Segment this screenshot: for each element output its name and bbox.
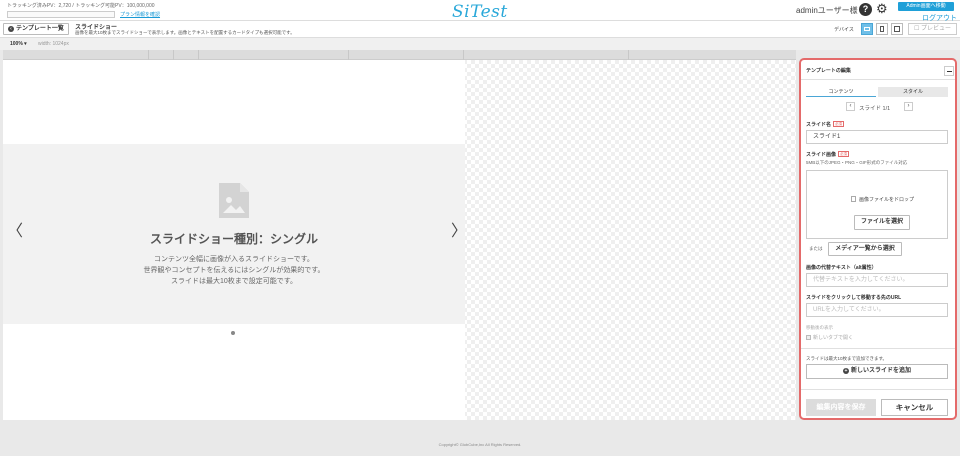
add-slide-note: スライドは最大10枚まで追加できます。	[806, 356, 888, 361]
help-icon[interactable]: ?	[859, 3, 872, 16]
plus-icon: +	[842, 368, 849, 374]
slide-pagination-dot[interactable]	[231, 331, 235, 335]
slide-prev-button[interactable]: ‹	[846, 102, 855, 111]
sitest-logo[interactable]: SiTest	[452, 2, 508, 22]
slideshow-slide[interactable]: スライドショー種別：シングル コンテンツ全幅に画像が入るスライドショーです。 世…	[3, 144, 467, 324]
new-tab-checkbox[interactable]	[806, 335, 811, 340]
external-link-icon: ☐	[913, 26, 922, 32]
add-slide-button[interactable]: + 新しいスライドを追加	[806, 364, 948, 379]
divider	[801, 348, 955, 349]
tablet-icon	[894, 26, 900, 32]
media-list-button[interactable]: メディア一覧から選択	[828, 242, 902, 256]
tab-style[interactable]: スタイル	[878, 87, 948, 97]
slide-area-top	[3, 60, 465, 144]
slide-name-label: スライド名 必須	[806, 121, 845, 128]
template-toolbar: ‹ テンプレート一覧 スライドショー 画像を最大10枚までスライドショーで表示しま…	[0, 21, 960, 38]
template-description: 画像を最大10枚までスライドショーで表示します。画像とテキストを配置するカードタ…	[75, 30, 295, 35]
preview-canvas: スライドショー種別：シングル コンテンツ全幅に画像が入るスライドショーです。 世…	[3, 60, 796, 420]
smartphone-icon	[880, 26, 884, 32]
slide-text-line: スライドは最大10枚まで設定可能です。	[170, 278, 298, 285]
ruler-tick	[198, 50, 199, 60]
image-placeholder-icon	[219, 183, 249, 218]
new-tab-checkbox-row[interactable]: 新しいタブで開く	[806, 334, 853, 341]
preview-button[interactable]: ☐ プレビュー	[908, 23, 957, 35]
device-tablet-button[interactable]	[891, 23, 903, 35]
slide-heading: スライドショー種別：シングル	[149, 232, 318, 246]
link-url-label: スライドをクリックして移動する先のURL	[806, 295, 902, 301]
divider	[801, 389, 955, 390]
ruler-tick	[463, 50, 464, 60]
ruler-tick	[348, 50, 349, 60]
required-badge: 必須	[833, 121, 845, 127]
desktop-icon	[864, 27, 870, 31]
slide-image-label: スライド画像 必須	[806, 151, 850, 158]
top-header: トラッキング済みPV：2,720 / トラッキング可能PV：100,000,00…	[0, 0, 960, 22]
ruler	[3, 50, 796, 60]
tracking-pv-text: トラッキング済みPV：2,720 / トラッキング可能PV：100,000,00…	[7, 3, 155, 9]
slide-next-button[interactable]: ›	[904, 102, 913, 111]
alt-text-input[interactable]: 代替テキストを入力してください。	[806, 273, 948, 287]
slide-next-arrow[interactable]: 〉	[451, 224, 467, 240]
zoom-bar: 100% ▾ width: 1024px	[0, 38, 960, 50]
chevron-left-icon: ‹	[8, 26, 14, 32]
slide-text-line: コンテンツ全幅に画像が入るスライドショーです。	[154, 256, 314, 263]
slide-name-input[interactable]: スライド1	[806, 130, 948, 144]
required-badge: 必須	[838, 151, 850, 157]
alt-text-label: 画像の代替テキスト（alt属性）	[806, 265, 877, 271]
device-label: デバイス	[834, 27, 854, 33]
plan-info-link[interactable]: プラン情報を確認	[120, 11, 160, 18]
slide-area-bottom	[3, 324, 465, 420]
cancel-button[interactable]: キャンセル	[881, 399, 948, 416]
width-label: width: 1024px	[38, 41, 69, 47]
ruler-tick	[173, 50, 174, 60]
collapse-panel-button[interactable]	[944, 66, 954, 76]
tab-contents[interactable]: コンテンツ	[806, 87, 876, 97]
zoom-select[interactable]: 100% ▾	[10, 41, 27, 47]
slide-image-label-text: スライド画像	[806, 152, 837, 158]
add-slide-label: 新しいスライドを追加	[850, 368, 911, 374]
slide-text-line: 世界観やコンセプトを伝えるにはシングルが効果的です。	[143, 267, 325, 274]
ruler-tick	[148, 50, 149, 60]
preview-label: プレビュー	[921, 26, 952, 32]
copyright-footer: Copyright© GlobCube,Inc All Rights Reser…	[438, 442, 522, 447]
link-target-label: 移動後の表示	[806, 325, 833, 330]
panel-title: テンプレートの編集	[806, 68, 851, 74]
link-url-input[interactable]: URLを入力してください。	[806, 303, 948, 317]
device-smartphone-button[interactable]	[876, 23, 888, 35]
admin-button-label: Admin画面へ移動	[906, 3, 946, 9]
slide-pager-text: スライド 1/1	[859, 106, 891, 112]
select-file-button[interactable]: ファイルを選択	[854, 215, 910, 230]
gear-icon[interactable]: ⚙	[876, 2, 888, 15]
divider	[801, 79, 955, 80]
ruler-tick	[628, 50, 629, 60]
drop-text: 画像ファイルをドロップ	[851, 196, 914, 203]
user-name: adminユーザー様	[796, 6, 858, 15]
image-dropzone[interactable]: 画像ファイルをドロップ ファイルを選択	[806, 170, 948, 239]
file-icon	[851, 196, 856, 202]
save-button[interactable]: 編集内容を保存	[806, 399, 876, 416]
drop-text-label: 画像ファイルをドロップ	[859, 197, 915, 203]
or-label: または	[809, 246, 823, 251]
slide-prev-arrow[interactable]: 〈	[7, 224, 23, 240]
slide-name-label-text: スライド名	[806, 122, 832, 128]
template-list-button[interactable]: ‹ テンプレート一覧	[3, 23, 69, 35]
slide-image-note: 5MB以下のJPEG・PNG・GIF形式のファイル対応	[806, 160, 908, 165]
admin-screen-button[interactable]: Admin画面へ移動	[898, 2, 954, 11]
template-list-label: テンプレート一覧	[16, 26, 64, 32]
pv-progress-bar	[7, 11, 115, 18]
device-desktop-button[interactable]	[861, 23, 873, 35]
template-editor-panel: テンプレートの編集 コンテンツ スタイル ‹ スライド 1/1 › スライド名必…	[799, 58, 957, 420]
new-tab-label: 新しいタブで開く	[813, 335, 854, 341]
